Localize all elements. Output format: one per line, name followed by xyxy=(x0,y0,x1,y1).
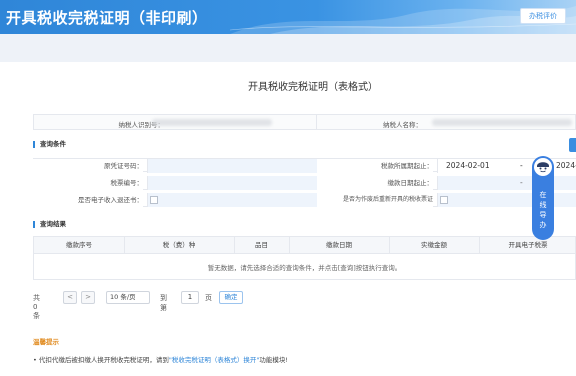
col-header-item: 品目 xyxy=(255,241,268,249)
taxpayer-divider xyxy=(316,115,317,129)
taxpayer-id-label: 纳税人识别号： xyxy=(118,121,165,129)
tip-reissue-link[interactable]: "税收完税证明（表格式）换开" xyxy=(169,356,259,364)
query-row-1: 原凭证号码： 税款所属期起止： 2024-02-01 - 2024-02-29 xyxy=(33,158,576,184)
results-empty-message: 暂无数据，请先选择合适的查询条件，并点击[查询]按钮执行查询。 xyxy=(207,264,402,272)
tax-period-start-input[interactable]: 2024-02-01 xyxy=(446,159,490,173)
e-refund-checkbox[interactable] xyxy=(150,196,158,204)
col-header-paid-date: 缴款日期 xyxy=(326,241,352,249)
results-table-header: 缴款序号 税（费）种 品目 缴款日期 实缴金额 开具电子税票 xyxy=(33,236,576,254)
col-header-amount: 实缴金额 xyxy=(421,241,447,249)
query-row-2: 税票编号： 缴款日期起止： - xyxy=(33,176,576,190)
col-header-tax-type: 税（费）种 xyxy=(162,241,196,249)
tax-period-label: 税款所属期起止： xyxy=(317,159,433,173)
pager-page-unit: 页 xyxy=(205,294,212,302)
form-title: 开具税收完税证明（表格式） xyxy=(248,82,378,93)
paid-date-range[interactable]: - xyxy=(437,176,576,190)
void-reissue-checkbox[interactable] xyxy=(440,196,448,204)
ticket-no-label: 税票编号： xyxy=(33,176,143,190)
pager-page-input[interactable]: 1 xyxy=(181,291,199,304)
query-section-title: 查询条件 xyxy=(33,141,66,148)
subheader-bar xyxy=(0,34,576,62)
paid-date-separator: - xyxy=(520,178,523,187)
online-guide-label: 在线导办 xyxy=(532,190,554,230)
page-header-title: 开具税收完税证明（非印刷） xyxy=(6,9,208,27)
service-evaluation-button[interactable]: 办税评价 xyxy=(520,8,566,24)
tips-title: 温馨提示 xyxy=(33,338,59,346)
pager-total: 共 0 条 xyxy=(33,294,40,320)
results-section-title: 查询结果 xyxy=(33,221,66,228)
void-reissue-cell xyxy=(437,193,576,207)
ticket-no-input[interactable] xyxy=(147,176,317,190)
assistant-avatar-icon xyxy=(534,158,552,176)
pager-confirm-button[interactable]: 确定 xyxy=(219,291,243,304)
tax-period-range: 2024-02-01 - 2024-02-29 xyxy=(437,159,576,184)
taxpayer-name-value xyxy=(432,119,572,126)
taxpayer-name-label: 纳税人名称： xyxy=(383,121,422,129)
side-edge-button[interactable] xyxy=(569,138,576,152)
col-header-seq: 缴款序号 xyxy=(66,241,92,249)
original-voucher-label: 原凭证号码： xyxy=(33,159,143,173)
void-reissue-label: 是否为作废后重新开具的税收票证 xyxy=(317,193,433,207)
e-refund-cell xyxy=(147,193,317,207)
tax-period-separator: - xyxy=(520,161,523,170)
page-size-value: 10 条/页 xyxy=(110,293,136,301)
query-row-3: 是否电子收入退还书： 是否为作废后重新开具的税收票证 xyxy=(33,193,576,207)
col-header-e-ticket: 开具电子税票 xyxy=(508,241,548,249)
pager-prev-button[interactable]: < xyxy=(63,291,77,304)
online-guide-text: 在线导办 xyxy=(539,191,547,229)
page-header: 开具税收完税证明（非印刷） 办税评价 xyxy=(0,0,576,34)
paid-date-label: 缴款日期起止： xyxy=(317,176,433,190)
e-refund-label: 是否电子收入退还书： xyxy=(33,193,143,207)
page-size-select[interactable]: 10 条/页 xyxy=(106,291,150,304)
taxpayer-id-value xyxy=(152,119,272,126)
tip-bullet: • xyxy=(33,356,37,364)
pager-goto-label: 到第 xyxy=(160,294,167,312)
original-voucher-input[interactable] xyxy=(147,159,317,173)
online-guide-widget[interactable]: 在线导办 xyxy=(532,156,554,240)
tip-text-before: 代扣代缴后被扣缴人换开税收完税证明，请到 xyxy=(38,356,169,364)
taxpayer-info-row: 纳税人识别号： 纳税人名称： xyxy=(33,114,576,130)
pager-next-button[interactable]: > xyxy=(81,291,95,304)
tip-text-after: 功能模块! xyxy=(259,356,289,364)
tip-line: • 代扣代缴后被扣缴人换开税收完税证明，请到"税收完税证明（表格式）换开"功能模… xyxy=(33,354,288,364)
